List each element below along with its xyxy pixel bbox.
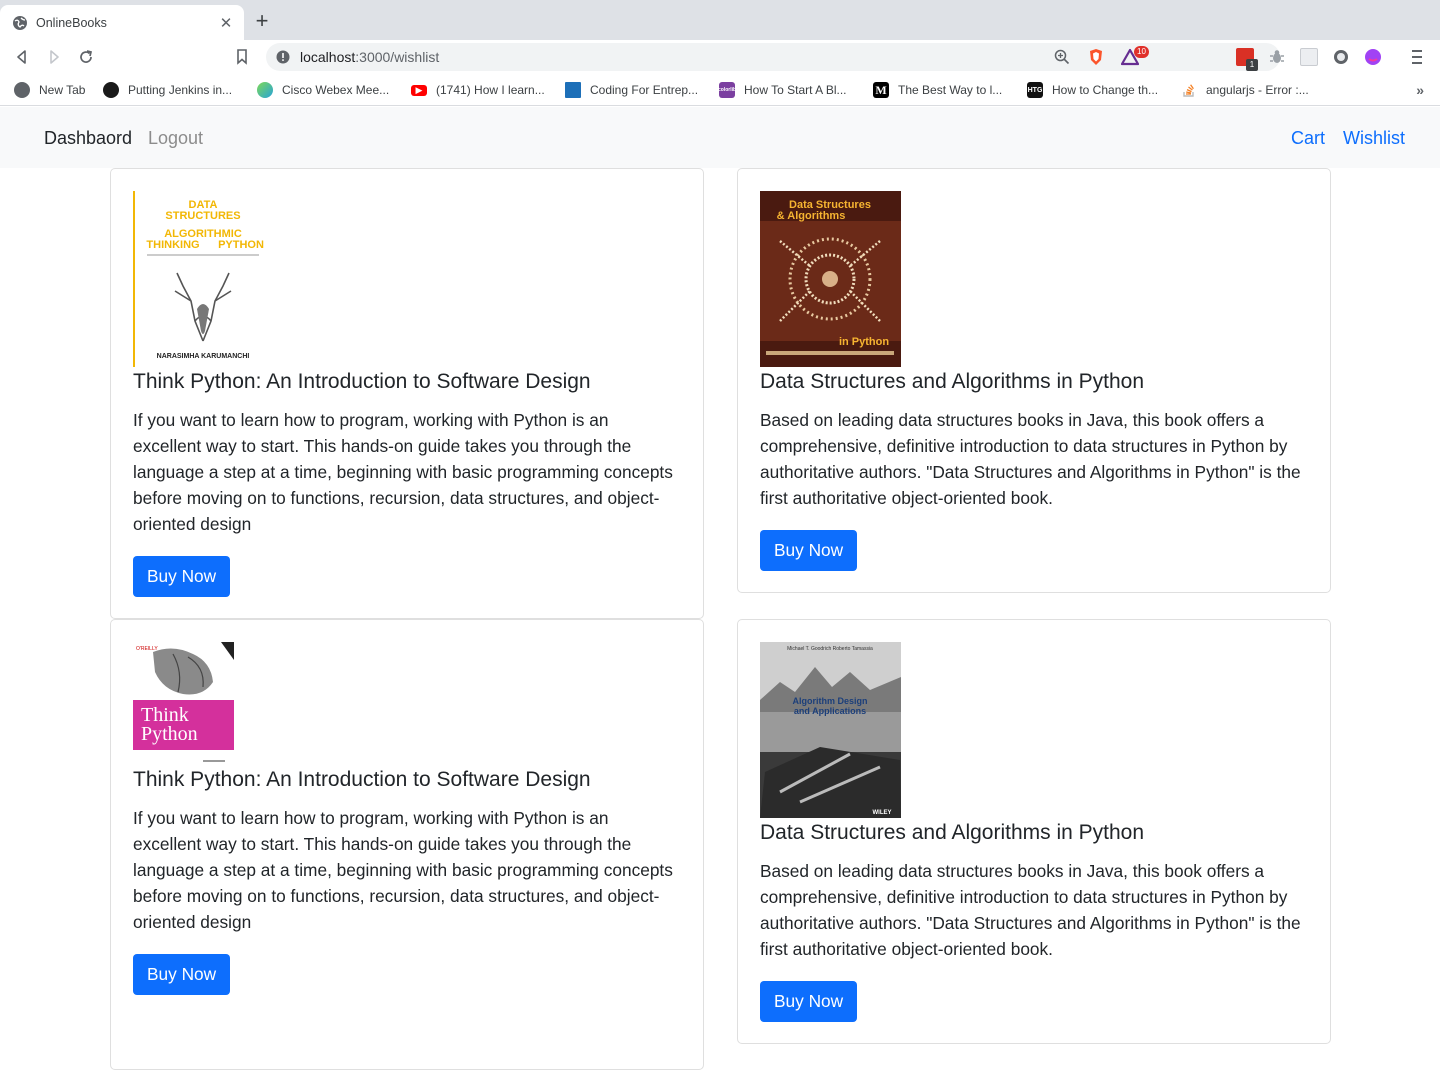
- bookmark-icon: [237, 49, 247, 65]
- new-tab-button[interactable]: +: [252, 10, 272, 32]
- jenkins-icon: [103, 82, 119, 98]
- book-cover-image[interactable]: DATA STRUCTURES ALGORITHMIC THINKING PYT…: [133, 191, 264, 367]
- bookmark-label: New Tab: [39, 83, 86, 97]
- medium-icon: M: [873, 82, 889, 98]
- buy-now-button[interactable]: Buy Now: [760, 981, 858, 1022]
- svg-text:& Algorithms: & Algorithms: [777, 210, 846, 222]
- svg-text:WILEY: WILEY: [873, 810, 892, 816]
- bookmark-item[interactable]: New Tab: [14, 81, 85, 99]
- site-info-icon[interactable]: [276, 50, 290, 64]
- book-cover-image[interactable]: O'REILLY Think Python: [133, 642, 234, 765]
- profile-avatar-icon[interactable]: [1364, 48, 1382, 66]
- bookmark-label: The Best Way to l...: [898, 83, 1003, 97]
- book-title: Data Structures and Algorithms in Python: [760, 821, 1145, 844]
- bookmark-item[interactable]: Putting Jenkins in...: [103, 81, 232, 99]
- extension-placeholder-icon[interactable]: [1300, 48, 1318, 66]
- forward-button[interactable]: [43, 46, 65, 68]
- svg-text:THINKING: THINKING: [146, 239, 199, 251]
- book-card: DATA STRUCTURES ALGORITHMIC THINKING PYT…: [110, 168, 704, 619]
- bookmark-item[interactable]: colorlib How To Start A Bl...: [718, 81, 847, 99]
- htg-icon: HTG: [1027, 82, 1043, 98]
- book-card: Data Structures & Algorithms in Python D…: [737, 168, 1331, 593]
- reload-icon: [80, 50, 93, 63]
- url-host: localhost: [300, 49, 356, 65]
- svg-text:PYTHON: PYTHON: [218, 239, 264, 251]
- bookmark-item[interactable]: M The Best Way to l...: [873, 81, 1002, 99]
- svg-text:NARASIMHA KARUMANCHI: NARASIMHA KARUMANCHI: [157, 353, 250, 360]
- bookmark-label: (1741) How I learn...: [436, 83, 545, 97]
- url-path: :3000/wishlist: [355, 49, 440, 65]
- top-navbar: Dashbaord Logout Cart Wishlist: [0, 107, 1440, 168]
- tab-title: OnlineBooks: [36, 15, 107, 30]
- book-title: Data Structures and Algorithms in Python: [760, 370, 1145, 393]
- colorlib-icon: colorlib: [718, 82, 736, 98]
- bookmark-page-button[interactable]: [231, 46, 253, 68]
- book-cover-image[interactable]: Data Structures & Algorithms in Python: [760, 191, 901, 367]
- url-text: localhost:3000/wishlist: [300, 49, 439, 65]
- bug-icon[interactable]: [1268, 48, 1286, 66]
- tab-strip: OnlineBooks ✕ +: [0, 0, 1440, 40]
- book-title: Think Python: An Introduction to Softwar…: [133, 370, 591, 393]
- back-button[interactable]: [11, 46, 33, 68]
- svg-text:Algorithm Design: Algorithm Design: [792, 696, 867, 706]
- svg-text:Python: Python: [141, 723, 198, 745]
- svg-text:and Applications: and Applications: [794, 706, 866, 716]
- bookmark-item[interactable]: Cisco Webex Mee...: [257, 81, 389, 99]
- extension-circle-icon[interactable]: [1332, 48, 1350, 66]
- svg-text:O'REILLY: O'REILLY: [136, 646, 158, 652]
- bookmarks-bar: New Tab Putting Jenkins in... Cisco Webe…: [0, 74, 1440, 106]
- youtube-icon: ▶: [411, 84, 427, 96]
- bookmark-label: Coding For Entrep...: [590, 83, 699, 97]
- browser-tab[interactable]: OnlineBooks ✕: [0, 5, 244, 40]
- bookmark-label: How To Start A Bl...: [744, 83, 847, 97]
- book-description: If you want to learn how to program, wor…: [133, 410, 673, 534]
- bookmark-item[interactable]: Coding For Entrep...: [565, 81, 698, 99]
- browser-toolbar: localhost:3000/wishlist 10 1: [0, 40, 1440, 74]
- stackoverflow-icon: [1183, 84, 1194, 97]
- brave-shields-icon[interactable]: [1087, 48, 1105, 66]
- globe-icon: [13, 15, 27, 30]
- book-description: Based on leading data structures books i…: [760, 861, 1301, 959]
- buy-now-button[interactable]: Buy Now: [133, 556, 231, 597]
- zoom-icon[interactable]: [1054, 49, 1070, 65]
- book-title: Think Python: An Introduction to Softwar…: [133, 768, 591, 791]
- bookmark-label: Cisco Webex Mee...: [282, 83, 390, 97]
- forward-icon: [50, 50, 59, 64]
- svg-text:Michael T. Goodrich Roberto: Michael T. Goodrich Roberto Tamassia: [787, 646, 873, 652]
- wishlist-link[interactable]: Wishlist: [1343, 127, 1405, 149]
- cart-link[interactable]: Cart: [1291, 127, 1325, 149]
- reload-button[interactable]: [75, 46, 97, 68]
- buy-now-button[interactable]: Buy Now: [760, 530, 858, 571]
- dashboard-link[interactable]: Dashbaord: [44, 127, 132, 149]
- browser-menu-icon[interactable]: [1410, 48, 1424, 66]
- logout-link[interactable]: Logout: [148, 127, 203, 149]
- bookmark-icon: [565, 82, 581, 98]
- bookmark-label: How to Change th...: [1052, 83, 1159, 97]
- extension-badge: 1: [1246, 59, 1258, 71]
- webex-icon: [257, 82, 273, 98]
- book-description: If you want to learn how to program, wor…: [133, 808, 673, 932]
- svg-text:STRUCTURES: STRUCTURES: [165, 210, 240, 222]
- bookmark-item[interactable]: HTG How to Change th...: [1027, 81, 1158, 99]
- book-description: Based on leading data structures books i…: [760, 410, 1301, 508]
- svg-text:in Python: in Python: [839, 336, 889, 348]
- bookmark-item[interactable]: angularjs - Error :...: [1181, 81, 1309, 99]
- book-cover-image[interactable]: Michael T. Goodrich Roberto Tamassia Alg…: [760, 642, 901, 818]
- rewards-badge: 10: [1134, 46, 1149, 58]
- book-card: Michael T. Goodrich Roberto Tamassia Alg…: [737, 619, 1331, 1044]
- buy-now-button[interactable]: Buy Now: [133, 954, 231, 995]
- close-tab-icon[interactable]: ✕: [218, 14, 234, 32]
- book-card: O'REILLY Think Python Think Python: An I…: [110, 619, 704, 1070]
- bookmark-item[interactable]: ▶ (1741) How I learn...: [411, 81, 545, 99]
- more-bookmarks-icon[interactable]: »: [1416, 82, 1424, 98]
- bookmark-label: angularjs - Error :...: [1206, 83, 1309, 97]
- globe-icon: [14, 82, 30, 98]
- bookmark-label: Putting Jenkins in...: [128, 83, 233, 97]
- back-icon: [17, 50, 26, 64]
